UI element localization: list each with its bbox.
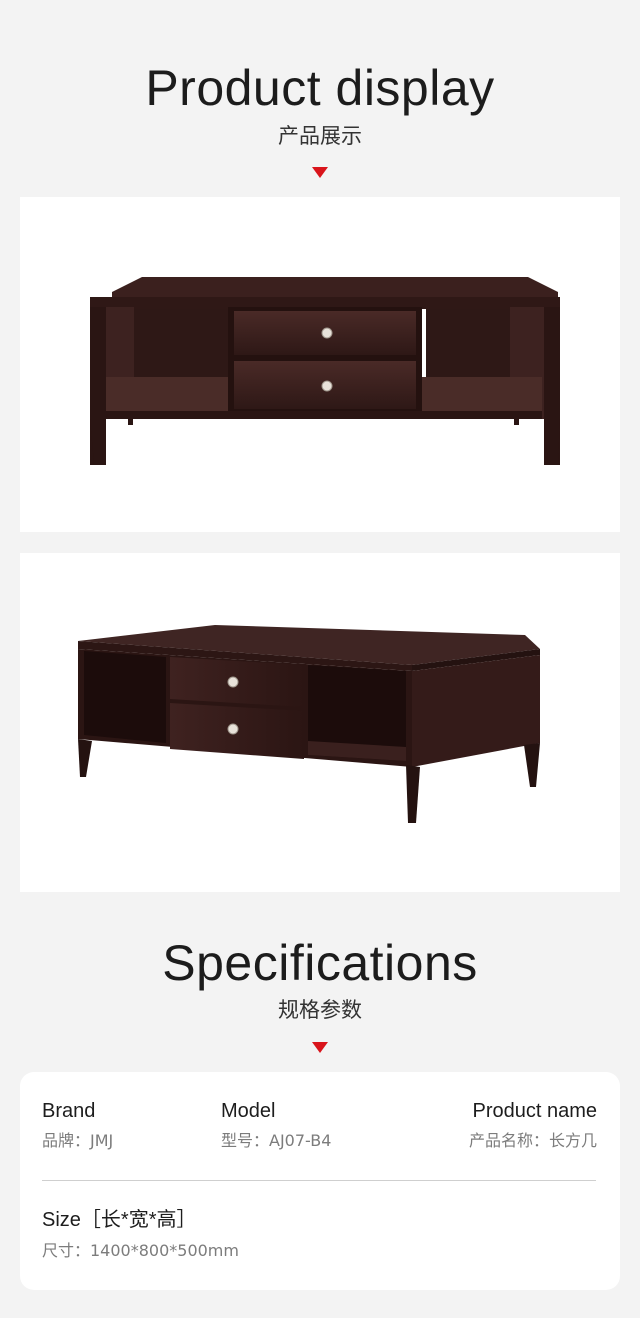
spec-divider — [42, 1180, 596, 1181]
coffee-table-front-icon — [90, 277, 560, 465]
specifications-title: Specifications — [162, 935, 478, 991]
specifications-subtitle: 规格参数 — [278, 998, 362, 1022]
brand-label: Brand — [42, 1100, 96, 1122]
down-arrow-icon — [312, 1042, 328, 1053]
size-value: 尺寸：1400*800*500mm — [42, 1241, 239, 1260]
product-display-title: Product display — [145, 60, 495, 116]
size-label: Size［长*宽*高］ — [42, 1209, 197, 1231]
specifications-card: Brand 品牌：JMJ Model 型号：AJ07-B4 Product na… — [20, 1072, 620, 1290]
product-photo-front — [20, 197, 620, 532]
down-arrow-icon — [312, 167, 328, 178]
coffee-table-angled-icon — [78, 625, 540, 823]
brand-value: 品牌：JMJ — [42, 1131, 114, 1150]
model-label: Model — [221, 1100, 276, 1122]
model-value: 型号：AJ07-B4 — [221, 1131, 332, 1150]
product-display-subtitle: 产品展示 — [278, 124, 362, 148]
product-name-label: Product name — [472, 1100, 597, 1122]
product-name-value: 产品名称：长方几 — [468, 1131, 597, 1150]
product-photo-angled — [20, 553, 620, 892]
